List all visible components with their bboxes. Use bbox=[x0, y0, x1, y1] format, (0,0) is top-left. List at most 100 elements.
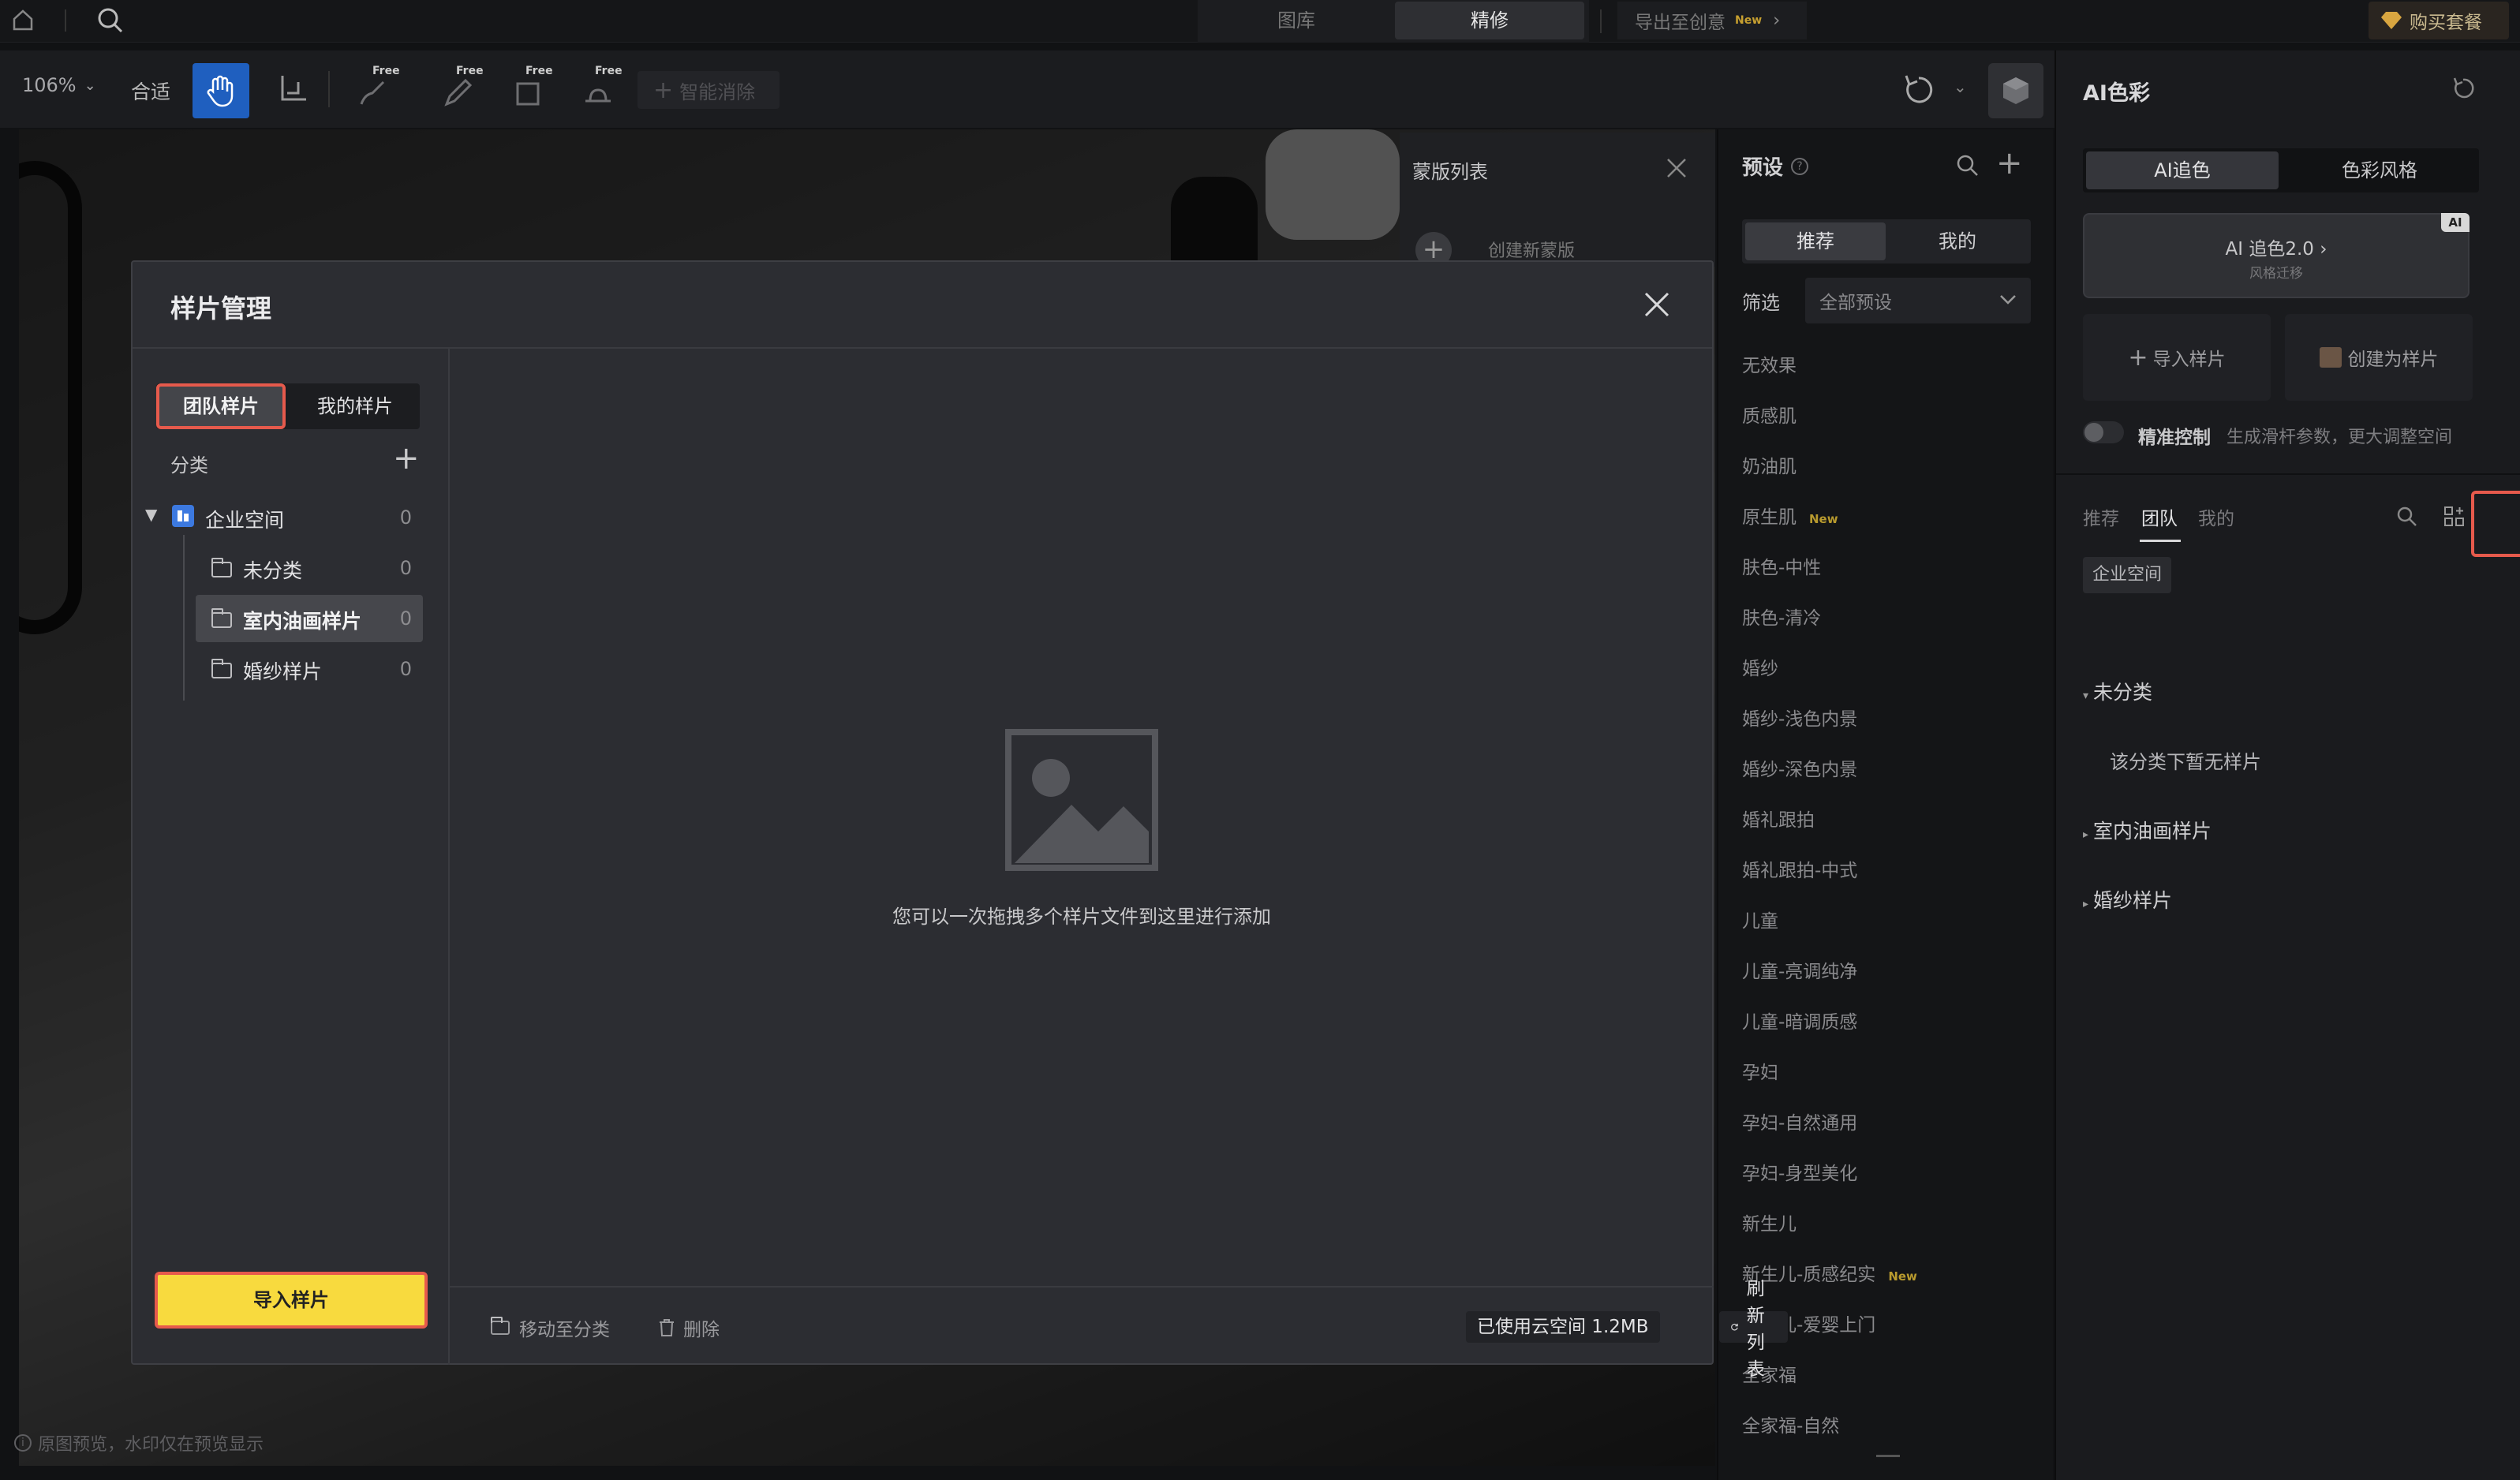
search-icon[interactable] bbox=[1955, 153, 1980, 178]
help-icon[interactable]: ? bbox=[1791, 157, 1809, 175]
grid-manage-icon[interactable] bbox=[2443, 505, 2466, 529]
preset-item[interactable]: 肤色-清冷 bbox=[1742, 603, 1821, 630]
preset-item[interactable]: 质感肌 bbox=[1742, 401, 1797, 428]
preset-item-label: 儿童 bbox=[1742, 911, 1778, 932]
tree-root-enterprise[interactable]: ▼ 企业空间 0 bbox=[133, 494, 450, 541]
precise-control-desc: 生成滑杆参数，更大调整空间 bbox=[2226, 428, 2453, 447]
preset-item[interactable]: 婚纱 bbox=[1742, 653, 1778, 680]
tab-retouch[interactable]: 精修 bbox=[1395, 2, 1584, 39]
preset-item[interactable]: 奶油肌 bbox=[1742, 451, 1797, 478]
free-badge: Free bbox=[595, 65, 623, 77]
zoom-select[interactable]: 106% ⌄ bbox=[22, 74, 96, 96]
tab-gallery[interactable]: 图库 bbox=[1213, 2, 1379, 39]
group-uncategorized[interactable]: ▾ 未分类 bbox=[2083, 677, 2152, 705]
delete-button[interactable]: 删除 bbox=[658, 1314, 720, 1341]
preset-item[interactable]: 儿童 bbox=[1742, 906, 1778, 932]
preset-item[interactable]: 儿童-亮调纯净 bbox=[1742, 956, 1857, 983]
close-icon[interactable] bbox=[1643, 290, 1671, 319]
mask-panel-title: 蒙版列表 bbox=[1412, 161, 1488, 183]
preset-item[interactable]: 婚礼跟拍 bbox=[1742, 805, 1815, 832]
search-icon[interactable] bbox=[2395, 505, 2419, 529]
tab-preset-recommend[interactable]: 推荐 bbox=[1745, 222, 1886, 260]
preset-item[interactable]: 原生肌 New bbox=[1742, 502, 1838, 529]
tree-item-uncategorized[interactable]: 未分类 0 bbox=[133, 544, 450, 592]
caret-down-icon[interactable]: ▼ bbox=[145, 505, 157, 524]
tab-sample-team[interactable]: 团队 bbox=[2141, 503, 2178, 530]
preset-item-label: 无效果 bbox=[1742, 356, 1797, 376]
buy-plan-button[interactable]: 购买套餐 bbox=[2369, 2, 2509, 39]
create-sample-button[interactable]: 创建为样片 bbox=[2285, 314, 2473, 401]
import-sample-button[interactable]: + 导入样片 bbox=[2083, 314, 2271, 401]
group-oil-painting[interactable]: ▸ 室内油画样片 bbox=[2083, 816, 2212, 844]
ai-match-card[interactable]: AI 追色2.0 › 风格迁移 AI bbox=[2083, 213, 2470, 298]
filter-select[interactable]: 全部预设 bbox=[1805, 278, 2031, 323]
tree-item-wedding[interactable]: 婚纱样片 0 bbox=[133, 645, 450, 693]
reset-icon[interactable] bbox=[2451, 76, 2476, 101]
tree-item-count: 0 bbox=[399, 607, 412, 630]
preset-item[interactable]: 孕妇 bbox=[1742, 1057, 1778, 1084]
scroll-indicator[interactable] bbox=[1876, 1455, 1900, 1457]
preset-item-label: 婚纱 bbox=[1742, 659, 1778, 679]
move-to-category-label: 移动至分类 bbox=[519, 1320, 610, 1340]
move-to-category-button[interactable]: 移动至分类 bbox=[491, 1314, 610, 1341]
preset-item[interactable]: 全家福-自然 bbox=[1742, 1411, 1839, 1437]
ai-color-title: AI色彩 bbox=[2083, 81, 2150, 106]
undo-icon[interactable] bbox=[1901, 73, 1936, 107]
import-samples-button[interactable]: 导入样片 bbox=[155, 1272, 428, 1329]
sample-drop-zone[interactable]: 您可以一次拖拽多个样片文件到这里进行添加 bbox=[451, 350, 1712, 1284]
active-tab-underline bbox=[2140, 540, 2181, 542]
chevron-down-icon: ⌄ bbox=[84, 77, 96, 94]
top-bar: 图库 精修 导出至创意 New › 购买套餐 bbox=[0, 0, 2520, 43]
transform-icon[interactable] bbox=[513, 77, 544, 109]
preset-item[interactable]: 孕妇-自然通用 bbox=[1742, 1108, 1857, 1134]
home-icon[interactable] bbox=[11, 8, 35, 32]
tab-sample-mine[interactable]: 我的 bbox=[2198, 503, 2234, 530]
search-icon[interactable] bbox=[96, 6, 125, 35]
preset-item[interactable]: 儿童-暗调质感 bbox=[1742, 1007, 1857, 1033]
tab-my-samples[interactable]: 我的样片 bbox=[290, 383, 420, 429]
compare-button[interactable] bbox=[1988, 63, 2043, 118]
caret-right-icon: ▸ bbox=[2083, 828, 2089, 841]
tab-ai-match[interactable]: AI追色 bbox=[2086, 151, 2279, 189]
crop-icon[interactable] bbox=[276, 74, 308, 106]
add-category-icon[interactable]: + bbox=[393, 440, 420, 477]
hand-tool-button[interactable] bbox=[193, 63, 249, 118]
tab-sample-recommend[interactable]: 推荐 bbox=[2083, 503, 2119, 530]
chevron-down-icon[interactable]: ⌄ bbox=[1954, 77, 1967, 96]
preset-item[interactable]: 婚纱-浅色内景 bbox=[1742, 704, 1857, 731]
preset-item-label: 孕妇-身型美化 bbox=[1742, 1164, 1858, 1184]
create-mask-button[interactable]: 创建新蒙版 bbox=[1488, 237, 1575, 262]
close-icon[interactable] bbox=[1665, 156, 1688, 180]
preset-item[interactable]: 肤色-中性 bbox=[1742, 552, 1821, 579]
preset-item-label: 婚礼跟拍-中式 bbox=[1742, 861, 1858, 881]
export-to-creative-button[interactable]: 导出至创意 New › bbox=[1617, 2, 1807, 39]
liquify-icon[interactable] bbox=[582, 77, 614, 109]
sample-management-dialog: 样片管理 团队样片 我的样片 分类 + ▼ 企业空间 0 未分类 0 室内油画样… bbox=[131, 260, 1788, 1380]
smart-erase-button[interactable]: + 智能消除 bbox=[637, 71, 780, 109]
group-wedding[interactable]: ▸ 婚纱样片 bbox=[2083, 885, 2172, 914]
preset-item-label: 全家福-自然 bbox=[1742, 1416, 1840, 1437]
precise-control-toggle[interactable] bbox=[2083, 421, 2124, 443]
preset-item[interactable]: 婚纱-深色内景 bbox=[1742, 754, 1857, 781]
tab-preset-mine[interactable]: 我的 bbox=[1887, 222, 2028, 260]
preset-item[interactable]: 无效果 bbox=[1742, 350, 1797, 377]
trash-icon bbox=[660, 1319, 674, 1336]
enterprise-space-chip[interactable]: 企业空间 bbox=[2083, 557, 2172, 593]
tree-item-oil-painting[interactable]: 室内油画样片 0 bbox=[133, 595, 450, 642]
preset-item-label: 肤色-中性 bbox=[1742, 558, 1822, 578]
pen-icon[interactable] bbox=[442, 77, 473, 109]
tree-item-label: 婚纱样片 bbox=[243, 660, 323, 683]
brush-icon[interactable] bbox=[357, 77, 388, 109]
preview-note-text: 原图预览，水印仅在预览显示 bbox=[38, 1435, 264, 1455]
tree-item-count: 0 bbox=[399, 658, 412, 680]
tab-team-samples[interactable]: 团队样片 bbox=[156, 383, 286, 429]
fit-button[interactable]: 合适 bbox=[131, 77, 170, 105]
preset-item-label: 新生儿 bbox=[1742, 1214, 1797, 1235]
add-preset-icon[interactable]: + bbox=[1996, 145, 2023, 181]
preset-item[interactable]: 婚礼跟拍-中式 bbox=[1742, 855, 1857, 882]
preset-item-label: 肤色-清冷 bbox=[1742, 608, 1822, 629]
preset-item[interactable]: 新生儿 bbox=[1742, 1209, 1797, 1235]
preset-item[interactable]: 孕妇-身型美化 bbox=[1742, 1158, 1857, 1185]
refresh-list-button[interactable]: 刷新列表 bbox=[1719, 1279, 1788, 1380]
tab-color-style[interactable]: 色彩风格 bbox=[2283, 151, 2476, 189]
